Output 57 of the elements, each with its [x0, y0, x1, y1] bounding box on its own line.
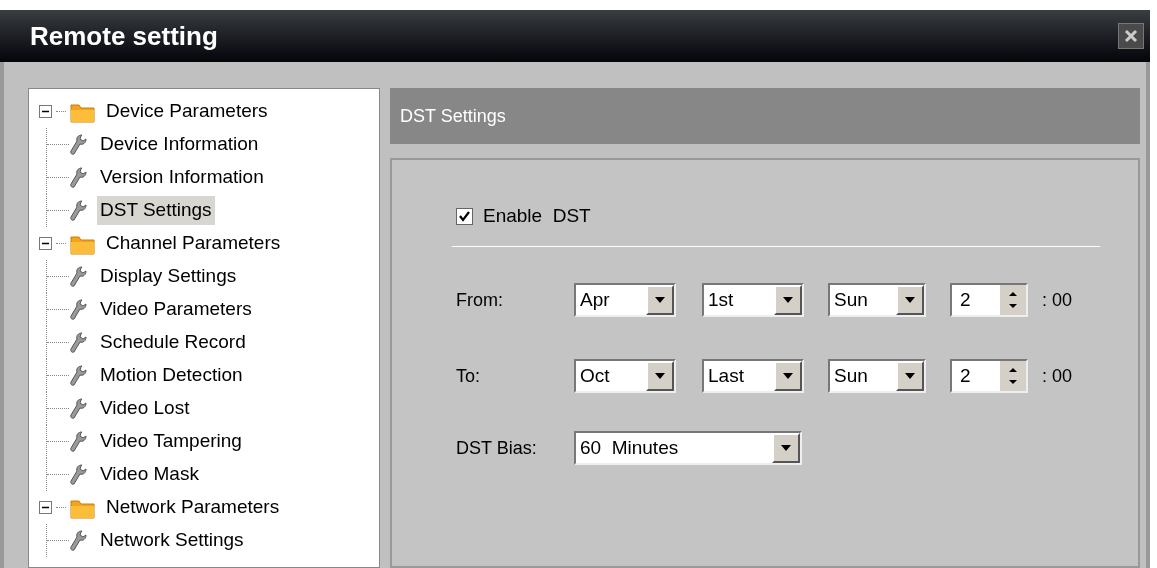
tree-item[interactable]: Version Information: [97, 163, 267, 192]
checkbox-label: Enable DST: [483, 203, 591, 228]
wrench-icon: [69, 463, 87, 486]
wrench-icon: [69, 364, 87, 387]
tree-item[interactable]: Network Parameters: [106, 493, 280, 522]
caret-icon: [783, 297, 793, 303]
close-button[interactable]: [1118, 23, 1144, 49]
caret-icon: [655, 373, 665, 379]
dropdown[interactable]: Sun: [828, 359, 926, 393]
field-label: From:: [456, 288, 504, 312]
tree-item[interactable]: Video Parameters: [97, 295, 255, 324]
tree-item[interactable]: Channel Parameters: [106, 229, 281, 258]
window-title: Remote setting: [30, 19, 218, 53]
wrench-icon: [69, 430, 87, 453]
field-label: To:: [456, 364, 481, 388]
spin-arrows-icon: [1009, 290, 1017, 310]
tree-item[interactable]: DST Settings: [97, 196, 215, 225]
tree-item[interactable]: Video Mask: [97, 460, 202, 489]
checkbox[interactable]: [456, 207, 473, 225]
spin-arrows-icon: [1009, 366, 1017, 386]
dropdown[interactable]: Apr: [574, 283, 676, 317]
tree-item[interactable]: Network Settings: [97, 526, 247, 555]
caret-icon: [905, 297, 915, 303]
tree-item[interactable]: Display Settings: [97, 262, 240, 291]
field-label: DST Bias:: [456, 436, 538, 460]
wrench-icon: [69, 199, 87, 222]
hour-spinner[interactable]: 2: [950, 283, 1028, 317]
tree-item[interactable]: Video Lost: [97, 394, 193, 423]
wrench-icon: [69, 133, 87, 156]
dropdown[interactable]: Last: [702, 359, 804, 393]
wrench-icon: [69, 298, 87, 321]
tree-item[interactable]: Device Parameters: [106, 97, 268, 126]
tree-item[interactable]: Device Information: [97, 130, 262, 159]
wrench-icon: [69, 331, 87, 354]
wrench-icon: [69, 529, 87, 552]
close-icon: [1124, 29, 1138, 43]
wrench-icon: [69, 265, 87, 288]
dropdown[interactable]: 1st: [702, 283, 804, 317]
dropdown[interactable]: Sun: [828, 283, 926, 317]
caret-icon: [905, 373, 915, 379]
dropdown[interactable]: 60 Minutes: [574, 431, 802, 465]
minutes-suffix: : 00: [1042, 364, 1073, 388]
dropdown[interactable]: Oct: [574, 359, 676, 393]
collapse-toggle[interactable]: [39, 237, 52, 250]
collapse-toggle[interactable]: [39, 501, 52, 514]
tree-item[interactable]: Motion Detection: [97, 361, 246, 390]
caret-icon: [655, 297, 665, 303]
tree-item[interactable]: Schedule Record: [97, 328, 249, 357]
minutes-suffix: : 00: [1042, 288, 1073, 312]
wrench-icon: [69, 397, 87, 420]
panel-title: DST Settings: [400, 104, 506, 128]
collapse-toggle[interactable]: [39, 105, 52, 118]
wrench-icon: [69, 166, 87, 189]
caret-icon: [781, 445, 791, 451]
caret-icon: [783, 373, 793, 379]
tree-item[interactable]: Video Tampering: [97, 427, 245, 456]
hour-spinner[interactable]: 2: [950, 359, 1028, 393]
